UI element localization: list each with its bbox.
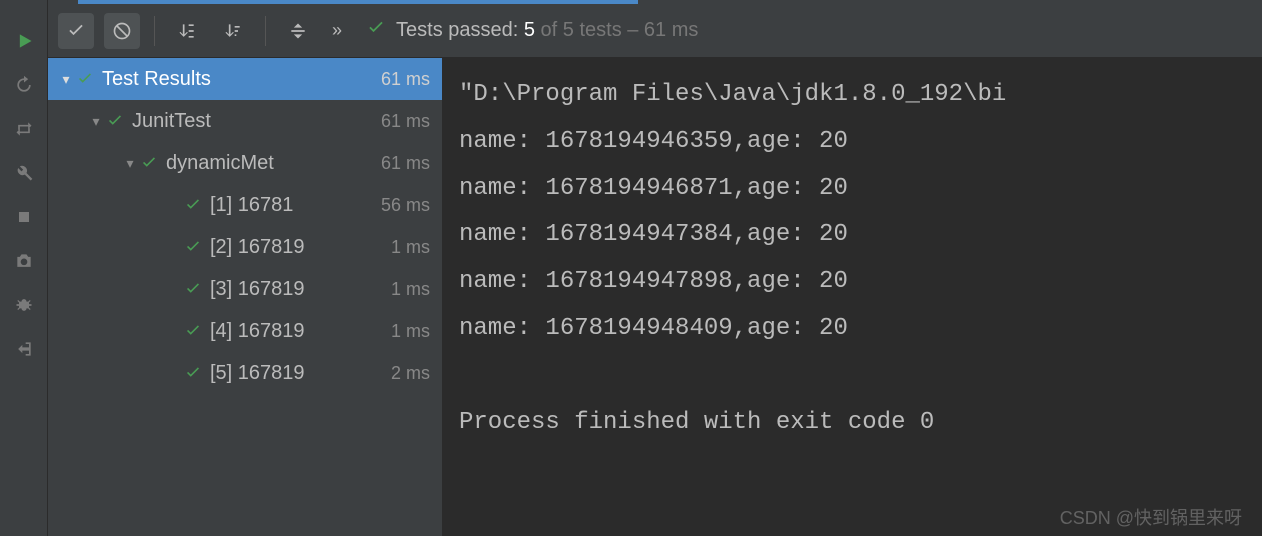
tree-time: 56 ms [381,195,430,216]
tree-test-row[interactable]: [5] 167819 2 ms [48,352,442,394]
tree-label: [4] 167819 [210,320,385,343]
more-button[interactable]: » [326,20,348,41]
console-line: name: 1678194947898,age: 20 [459,268,848,295]
status-rest: of 5 tests – 61 ms [535,19,698,41]
chevron-down-icon[interactable]: ▾ [56,71,76,88]
left-gutter [0,0,48,536]
loop-icon[interactable] [13,118,35,140]
status-prefix: Tests passed: [396,19,524,41]
sort-alpha-button[interactable] [169,13,205,49]
bug-icon[interactable] [13,294,35,316]
check-icon [184,364,202,382]
exit-icon[interactable] [13,338,35,360]
tree-label: Test Results [102,68,375,91]
console-output: "D:\Program Files\Java\jdk1.8.0_192\bi n… [443,58,1262,536]
tree-label: [2] 167819 [210,236,385,259]
console-line: name: 1678194947384,age: 20 [459,221,848,248]
console-line: name: 1678194948409,age: 20 [459,315,848,342]
tree-time: 1 ms [391,321,430,342]
separator [154,16,155,46]
tree-method-row[interactable]: ▾ dynamicMet 61 ms [48,142,442,184]
tree-label: JunitTest [132,110,375,133]
tree-test-row[interactable]: [4] 167819 1 ms [48,310,442,352]
check-icon [184,280,202,298]
separator [265,16,266,46]
run-icon[interactable] [13,30,35,52]
wrench-icon[interactable] [13,162,35,184]
tree-label: [3] 167819 [210,278,385,301]
content-area: ▾ Test Results 61 ms ▾ JunitTest 61 ms ▾… [48,58,1262,536]
tree-root-row[interactable]: ▾ Test Results 61 ms [48,58,442,100]
main-area: » Tests passed: 5 of 5 tests – 61 ms ▾ T… [48,0,1262,536]
console-line: name: 1678194946871,age: 20 [459,175,848,202]
tree-time: 61 ms [381,111,430,132]
check-icon [106,112,124,130]
tree-test-row[interactable]: [2] 167819 1 ms [48,226,442,268]
debug-reload-icon[interactable] [13,74,35,96]
tree-time: 61 ms [381,69,430,90]
tree-suite-row[interactable]: ▾ JunitTest 61 ms [48,100,442,142]
console-line: "D:\Program Files\Java\jdk1.8.0_192\bi [459,81,1006,108]
check-icon [184,238,202,256]
check-icon [366,18,386,44]
tree-time: 61 ms [381,153,430,174]
console-line: Process finished with exit code 0 [459,409,934,436]
check-icon [76,70,94,88]
test-tree-panel: ▾ Test Results 61 ms ▾ JunitTest 61 ms ▾… [48,58,443,536]
tree-label: [5] 167819 [210,362,385,385]
status-count: 5 [524,19,535,41]
stop-icon[interactable] [13,206,35,228]
tree-time: 2 ms [391,363,430,384]
tree-time: 1 ms [391,237,430,258]
chevron-down-icon[interactable]: ▾ [120,155,140,172]
expand-all-button[interactable] [280,13,316,49]
tree-label: dynamicMet [166,152,375,175]
watermark: CSDN @快到锅里来呀 [1060,504,1242,530]
check-icon [140,154,158,172]
sort-duration-button[interactable] [215,13,251,49]
test-status: Tests passed: 5 of 5 tests – 61 ms [366,18,698,44]
tree-time: 1 ms [391,279,430,300]
console-line: name: 1678194946359,age: 20 [459,128,848,155]
chevron-down-icon[interactable]: ▾ [86,113,106,130]
tree-label: [1] 16781 [210,194,375,217]
test-toolbar: » Tests passed: 5 of 5 tests – 61 ms [48,4,1262,58]
camera-icon[interactable] [13,250,35,272]
tree-test-row[interactable]: [3] 167819 1 ms [48,268,442,310]
check-icon [184,322,202,340]
check-icon [184,196,202,214]
tree-test-row[interactable]: [1] 16781 56 ms [48,184,442,226]
show-ignored-button[interactable] [104,13,140,49]
show-passed-button[interactable] [58,13,94,49]
